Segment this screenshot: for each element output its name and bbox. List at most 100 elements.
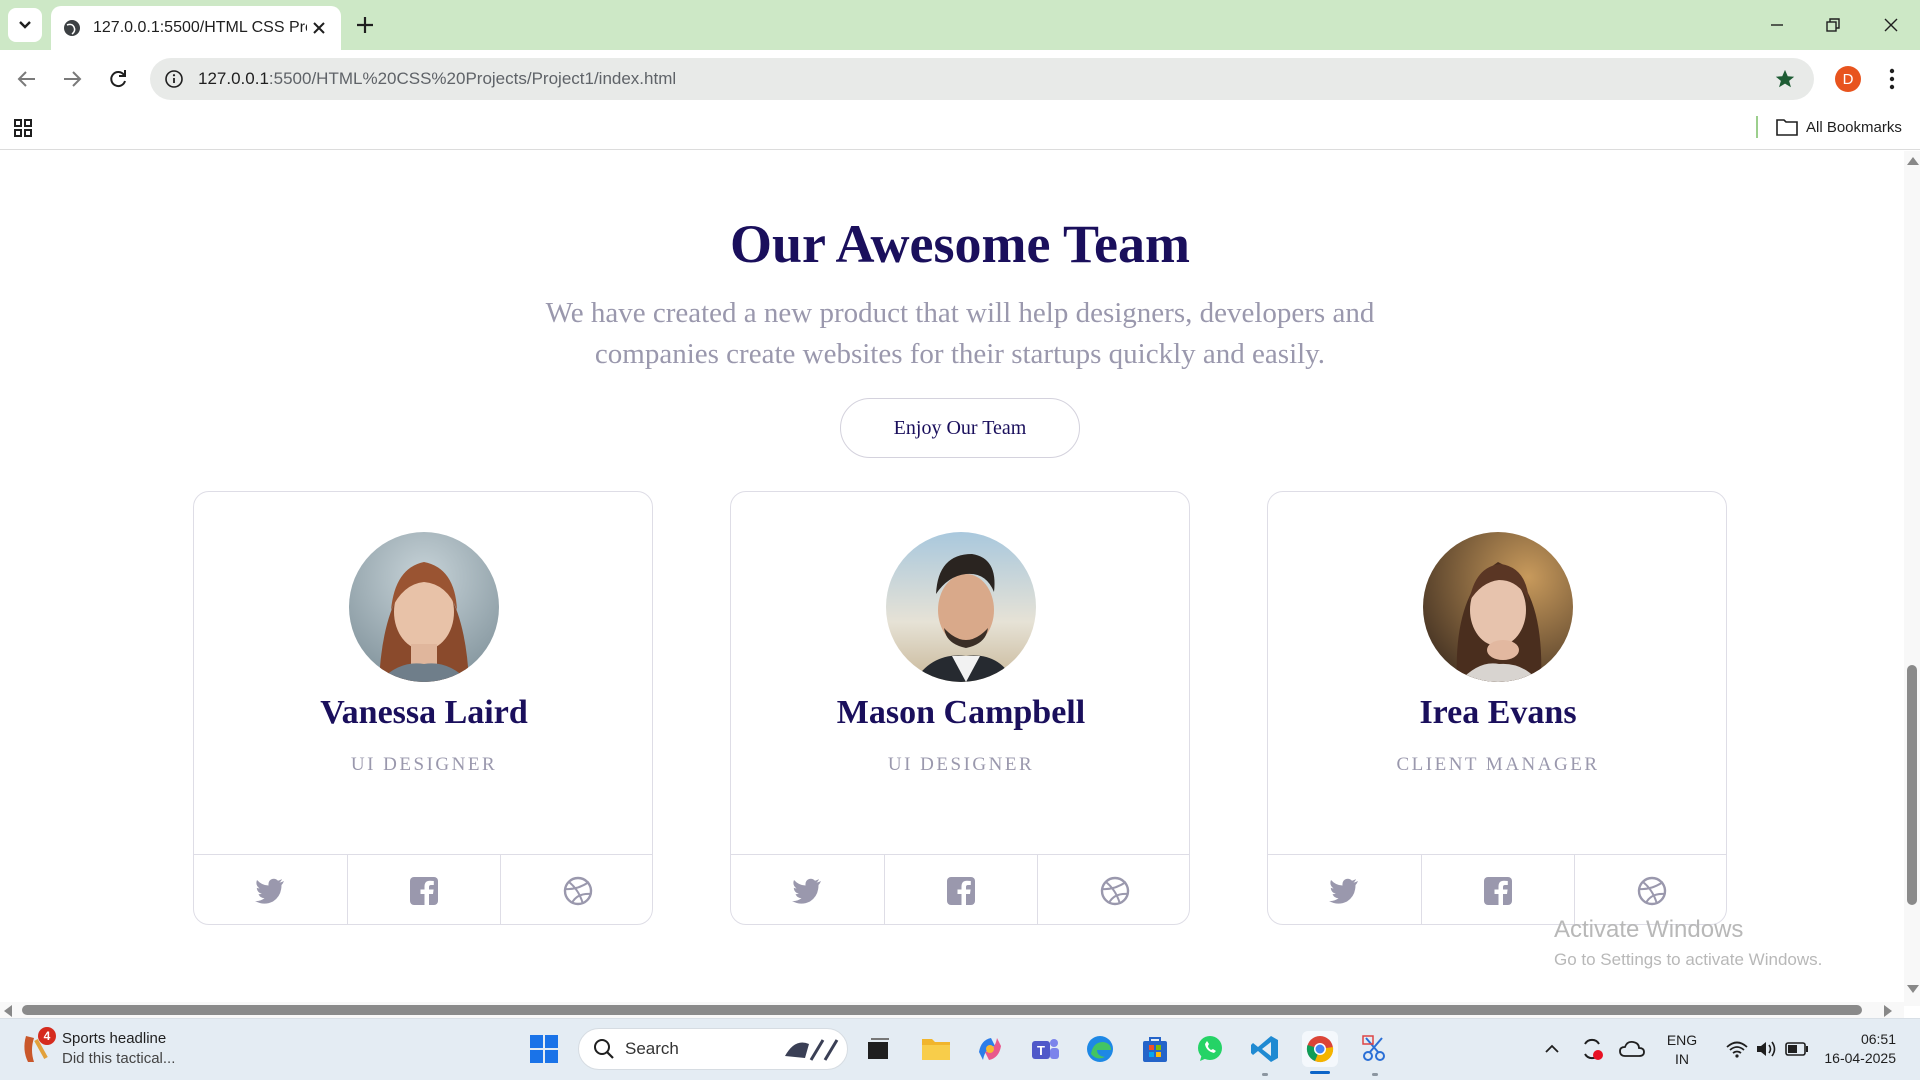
snipping-tool-button[interactable] <box>1357 1031 1393 1067</box>
chrome-active-indicator <box>1310 1071 1330 1074</box>
language-indicator[interactable]: ENG IN <box>1660 1031 1704 1069</box>
profile-avatar[interactable]: D <box>1835 66 1861 92</box>
facebook-icon <box>947 877 975 905</box>
close-icon <box>1884 18 1898 32</box>
watermark-title: Activate Windows <box>1554 916 1744 943</box>
avatar <box>1423 532 1573 682</box>
member-name: Vanessa Laird <box>320 694 528 731</box>
quick-settings-button[interactable] <box>1712 1031 1822 1067</box>
enjoy-team-button[interactable]: Enjoy Our Team <box>840 398 1080 458</box>
teams-icon: T <box>1032 1039 1059 1059</box>
horizontal-scroll-thumb[interactable] <box>22 1005 1862 1015</box>
forward-arrow-icon <box>64 71 82 87</box>
bookmark-star-icon[interactable] <box>1774 68 1796 90</box>
scroll-up-arrow-icon[interactable] <box>1907 157 1919 165</box>
teams-button[interactable]: T <box>1027 1031 1063 1067</box>
clock-date: 16-04-2025 <box>1824 1050 1896 1066</box>
team-card: Vanessa Laird UI DESIGNER <box>193 491 653 925</box>
twitter-link[interactable] <box>731 855 885 924</box>
windows-taskbar: 4 Sports headline Did this tactical... S… <box>0 1018 1920 1080</box>
twitter-icon <box>792 878 822 904</box>
vscode-icon <box>1251 1036 1278 1062</box>
member-role: CLIENT MANAGER <box>1396 754 1600 775</box>
restore-button[interactable] <box>1818 10 1848 40</box>
taskbar-search[interactable]: Search <box>578 1028 848 1070</box>
search-highlight-icon <box>785 1039 839 1061</box>
twitter-link[interactable] <box>1268 855 1422 924</box>
clock[interactable]: 06:51 16-04-2025 <box>1812 1030 1896 1068</box>
vertical-scroll-thumb[interactable] <box>1907 665 1917 905</box>
windows-logo-icon <box>530 1035 558 1063</box>
minimize-button[interactable] <box>1762 10 1792 40</box>
search-icon <box>594 1039 614 1059</box>
url-path: :5500/HTML%20CSS%20Projects/Project1/ind… <box>268 69 677 88</box>
more-menu-icon[interactable] <box>1880 64 1904 94</box>
snipping-running-indicator <box>1372 1073 1378 1076</box>
vscode-button[interactable] <box>1247 1031 1283 1067</box>
twitter-link[interactable] <box>194 855 348 924</box>
dribbble-link[interactable] <box>501 855 652 924</box>
avatar <box>349 532 499 682</box>
store-button[interactable] <box>1137 1031 1173 1067</box>
url-text[interactable]: 127.0.0.1:5500/HTML%20CSS%20Projects/Pro… <box>198 69 676 89</box>
social-links <box>194 854 652 924</box>
task-view-button[interactable] <box>860 1031 896 1067</box>
store-icon <box>1143 1037 1167 1062</box>
all-bookmarks-button[interactable]: All Bookmarks <box>1776 114 1902 140</box>
browser-tab-active[interactable]: 127.0.0.1:5500/HTML CSS Proje <box>51 6 341 50</box>
vscode-running-indicator <box>1262 1073 1268 1076</box>
scroll-left-arrow-icon[interactable] <box>4 1005 12 1017</box>
globe-icon <box>64 20 80 36</box>
back-button[interactable] <box>12 64 42 94</box>
news-title: Sports headline <box>62 1030 167 1047</box>
dribbble-link[interactable] <box>1575 855 1726 924</box>
member-role: UI DESIGNER <box>350 754 498 775</box>
dribbble-icon <box>1637 876 1666 906</box>
browser-toolbar: 127.0.0.1:5500/HTML%20CSS%20Projects/Pro… <box>0 50 1920 108</box>
tab-search-button[interactable] <box>8 8 42 42</box>
scroll-down-arrow-icon[interactable] <box>1907 985 1919 993</box>
news-badge: 4 <box>38 1027 56 1045</box>
edge-icon <box>1087 1036 1113 1062</box>
avatar <box>886 532 1036 682</box>
onedrive-button[interactable] <box>1614 1031 1650 1067</box>
facebook-icon <box>410 877 438 905</box>
site-info-icon[interactable] <box>164 69 184 89</box>
facebook-link[interactable] <box>1422 855 1576 924</box>
edge-button[interactable] <box>1082 1031 1118 1067</box>
chrome-button[interactable] <box>1302 1031 1338 1067</box>
region-code: IN <box>1675 1051 1689 1067</box>
battery-icon <box>1785 1042 1808 1056</box>
chevron-down-icon <box>19 21 31 29</box>
sync-status-button[interactable] <box>1574 1031 1610 1067</box>
news-subtitle: Did this tactical... <box>62 1050 176 1067</box>
scroll-right-arrow-icon[interactable] <box>1884 1005 1892 1017</box>
facebook-link[interactable] <box>885 855 1039 924</box>
volume-icon <box>1757 1041 1776 1057</box>
section-title: Our Awesome Team <box>729 214 1190 274</box>
show-hidden-icons-button[interactable] <box>1534 1031 1570 1067</box>
new-tab-icon[interactable] <box>352 12 378 38</box>
dribbble-link[interactable] <box>1038 855 1189 924</box>
vertical-scrollbar[interactable] <box>1904 151 1920 1006</box>
reload-button[interactable] <box>103 64 133 94</box>
facebook-link[interactable] <box>348 855 502 924</box>
close-tab-icon[interactable] <box>309 18 329 38</box>
activate-windows-watermark: Activate Windows Go to Settings to activ… <box>1554 916 1822 970</box>
restore-icon <box>1826 18 1840 32</box>
forward-button[interactable] <box>57 64 87 94</box>
tab-title: 127.0.0.1:5500/HTML CSS Proje <box>93 19 307 36</box>
tab-strip: 127.0.0.1:5500/HTML CSS Proje <box>0 0 1920 50</box>
apps-grid-icon[interactable] <box>12 116 36 140</box>
news-widget[interactable]: 4 Sports headline Did this tactical... <box>20 1027 176 1069</box>
close-window-button[interactable] <box>1876 10 1906 40</box>
start-button[interactable] <box>526 1031 562 1067</box>
copilot-button[interactable] <box>972 1031 1008 1067</box>
member-role: UI DESIGNER <box>887 754 1035 775</box>
horizontal-scrollbar[interactable] <box>0 1002 1904 1018</box>
snipping-tool-icon <box>1362 1035 1385 1061</box>
address-bar[interactable]: 127.0.0.1:5500/HTML%20CSS%20Projects/Pro… <box>150 58 1814 100</box>
whatsapp-button[interactable] <box>1192 1031 1228 1067</box>
url-host: 127.0.0.1 <box>198 69 269 88</box>
file-explorer-button[interactable] <box>918 1031 954 1067</box>
